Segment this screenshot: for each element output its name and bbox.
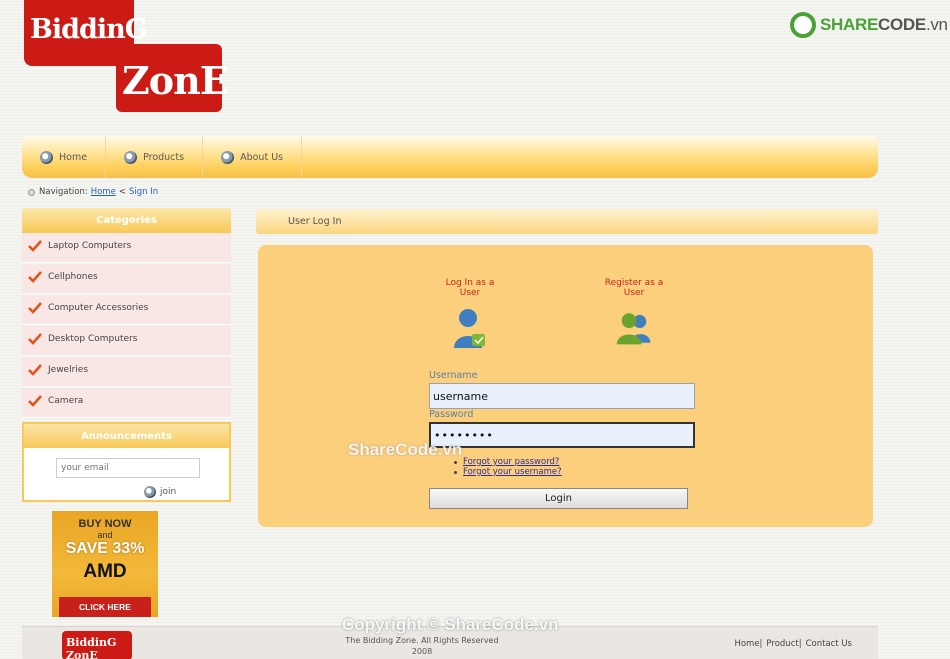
globe-icon — [40, 150, 53, 164]
category-label: Jewelries — [48, 365, 89, 375]
category-label: Laptop Computers — [48, 241, 132, 251]
category-label: Camera — [48, 396, 84, 406]
breadcrumb: Navigation: Home < Sign In — [28, 187, 158, 197]
sharecode-brand: SHARECODE.vn — [790, 10, 948, 40]
ad-save: SAVE 33% — [65, 540, 145, 557]
amd-logo: AMD — [83, 561, 127, 582]
join-label: join — [160, 487, 177, 497]
forgot-password-item: Forgot your password? — [454, 457, 562, 467]
login-panel: Log In as a User Register as a User User… — [258, 245, 873, 527]
register-as-user-option[interactable]: Register as a User — [594, 278, 674, 350]
ad-click-here-button[interactable]: CLICK HERE — [59, 597, 151, 617]
globe-icon — [221, 150, 235, 164]
username-input[interactable] — [429, 383, 695, 409]
watermark-text: ShareCode.vn — [348, 440, 463, 459]
breadcrumb-separator: < — [118, 187, 126, 197]
checkmark-icon — [28, 240, 42, 252]
breadcrumb-current: Sign In — [128, 187, 159, 197]
nav-label: Products — [143, 151, 185, 163]
category-label: Desktop Computers — [48, 334, 138, 344]
announcements-header: Announcements — [24, 424, 229, 448]
main-navbar: Home Products About Us — [22, 136, 878, 178]
categories-list: Laptop Computers Cellphones Computer Acc… — [22, 233, 231, 419]
category-item-desktop-computers[interactable]: Desktop Computers — [22, 326, 231, 356]
bullet-icon — [454, 460, 457, 464]
page-title: User Log In — [288, 216, 342, 227]
copyright-watermark: Copyright © ShareCode.vn — [342, 615, 559, 634]
category-item-laptop-computers[interactable]: Laptop Computers — [22, 233, 231, 263]
site-logo[interactable]: BiddinG ZonE — [24, 0, 229, 112]
checkmark-icon — [28, 395, 42, 407]
checkmark-icon — [28, 364, 42, 376]
nav-item-products[interactable]: Products — [106, 136, 204, 178]
logo-text-bidding: BiddinG — [30, 14, 148, 45]
amd-ad-banner[interactable]: BUY NOW and SAVE 33% AMD CLICK HERE — [52, 511, 158, 617]
footer-links: Home| Product| Contact Us — [734, 639, 852, 649]
category-item-camera[interactable]: Camera — [22, 388, 231, 418]
nav-item-home[interactable]: Home — [22, 136, 107, 178]
newsletter-email-input[interactable] — [56, 458, 200, 478]
category-item-cellphones[interactable]: Cellphones — [22, 264, 231, 294]
footer-copyright: The Bidding Zone. All Rights Reserved 20… — [332, 635, 512, 657]
globe-icon — [144, 486, 156, 498]
logo-text-zone: ZonE — [122, 58, 229, 103]
forgot-password-link[interactable]: Forgot your password? — [463, 457, 559, 467]
footer-logo[interactable]: BiddinG ZonE — [62, 631, 132, 659]
category-item-jewelries[interactable]: Jewelries — [22, 357, 231, 387]
register-as-user-label: Register as a User — [604, 278, 664, 298]
sharecode-logo-icon — [790, 12, 816, 38]
password-label: Password — [429, 409, 474, 420]
login-as-user-label: Log In as a User — [445, 278, 495, 298]
join-button[interactable]: join — [144, 486, 176, 498]
copyright-year: 2008 — [411, 647, 433, 656]
nav-item-about-us[interactable]: About Us — [203, 136, 303, 178]
breadcrumb-home-link[interactable]: Home — [91, 187, 116, 197]
checkmark-icon — [28, 302, 42, 314]
bullet-icon — [28, 188, 35, 196]
breadcrumb-prefix: Navigation: — [39, 187, 88, 197]
forgot-username-link[interactable]: Forgot your username? — [463, 467, 562, 477]
username-label: Username — [429, 370, 478, 381]
announcements-box: Announcements join — [22, 422, 231, 502]
footer-link-home[interactable]: Home| — [734, 639, 762, 649]
globe-icon — [124, 150, 138, 164]
nav-label: Home — [59, 151, 88, 163]
checkmark-icon — [28, 333, 42, 345]
categories-header: Categories — [22, 208, 231, 233]
category-item-computer-accessories[interactable]: Computer Accessories — [22, 295, 231, 325]
ad-and: and — [97, 530, 113, 540]
users-register-icon — [616, 313, 651, 345]
footer-logo-text: BiddinG ZonE — [66, 636, 117, 659]
page-title-bar: User Log In — [256, 209, 878, 234]
user-login-icon — [454, 309, 485, 348]
bullet-icon — [454, 470, 457, 474]
password-input[interactable] — [429, 422, 695, 448]
category-label: Computer Accessories — [48, 303, 149, 313]
nav-label: About Us — [240, 151, 284, 163]
login-as-user-option[interactable]: Log In as a User — [434, 278, 506, 350]
forgot-username-item: Forgot your username? — [454, 467, 562, 477]
footer-link-contact-us[interactable]: Contact Us — [806, 639, 852, 649]
help-links: Forgot your password? Forgot your userna… — [454, 457, 562, 477]
login-button[interactable]: Login — [429, 488, 688, 509]
copyright-line: The Bidding Zone. All Rights Reserved — [345, 636, 499, 645]
footer-link-product[interactable]: Product| — [766, 639, 801, 649]
category-label: Cellphones — [48, 272, 98, 282]
checkmark-icon — [28, 271, 42, 283]
ad-buy-now: BUY NOW — [78, 518, 132, 530]
sharecode-wordmark: SHARECODE.vn — [820, 15, 948, 34]
